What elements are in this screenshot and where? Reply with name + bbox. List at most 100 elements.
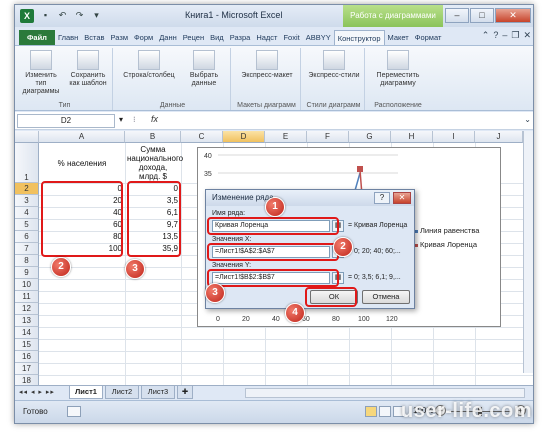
switch-row-column-button[interactable]: Строка/столбец: [119, 50, 179, 80]
cell-b1-income-header[interactable]: Сумма национального дохода, млрд. $: [127, 145, 183, 181]
quick-layout-icon: [256, 50, 278, 70]
name-box[interactable]: D2: [17, 114, 115, 128]
dialog-help-button[interactable]: ?: [374, 192, 390, 204]
column-header[interactable]: E: [265, 131, 307, 143]
column-header-selected[interactable]: D: [223, 131, 265, 143]
series-marker-lorenz[interactable]: [357, 166, 363, 172]
redo-icon[interactable]: ↷: [73, 9, 86, 22]
legend-item-lorenz[interactable]: Кривая Лоренца: [408, 240, 477, 249]
quick-styles-button[interactable]: Экспресс-стили: [305, 50, 363, 80]
row-header[interactable]: 18: [15, 375, 39, 385]
change-chart-type-button[interactable]: Изменить тип диаграммы: [19, 50, 63, 96]
window-controls: – □ ✕: [445, 8, 531, 23]
tab-view[interactable]: Вид: [207, 30, 227, 45]
help-icon[interactable]: ?: [493, 30, 498, 41]
ribbon-right-controls: ⌃ ? – ❐ ✕: [482, 30, 531, 41]
switch-row-column-label: Строка/столбец: [123, 72, 175, 79]
tab-developer[interactable]: Разра: [227, 30, 254, 45]
qat-dropdown-icon[interactable]: ▾: [90, 9, 103, 22]
tab-file[interactable]: Файл: [19, 30, 55, 45]
tab-formulas[interactable]: Форм: [131, 30, 156, 45]
insert-sheet-icon[interactable]: ✚: [177, 386, 193, 399]
vertical-scrollbar[interactable]: [523, 131, 533, 373]
row-header[interactable]: 7: [15, 243, 39, 255]
row-header[interactable]: 17: [15, 363, 39, 375]
row-header[interactable]: 16: [15, 351, 39, 363]
row-header[interactable]: 12: [15, 303, 39, 315]
column-header[interactable]: B: [125, 131, 181, 143]
restore-workbook-icon[interactable]: ❐: [511, 30, 519, 41]
column-header[interactable]: J: [475, 131, 523, 143]
sheet-tab-1[interactable]: Лист1: [69, 386, 103, 399]
row-header[interactable]: 8: [15, 255, 39, 267]
row-header[interactable]: 5: [15, 219, 39, 231]
row-header[interactable]: 4: [15, 207, 39, 219]
sheet-nav-arrows-icon[interactable]: ◂◂ ◂ ▸ ▸▸: [19, 388, 55, 396]
row-header[interactable]: 13: [15, 315, 39, 327]
tab-insert[interactable]: Встав: [81, 30, 107, 45]
normal-view-icon[interactable]: [365, 406, 377, 417]
sheet-tab-2[interactable]: Лист2: [105, 386, 139, 399]
tab-page-layout[interactable]: Разм: [108, 30, 131, 45]
maximize-button[interactable]: □: [470, 8, 494, 23]
column-header[interactable]: G: [349, 131, 391, 143]
tab-data[interactable]: Данн: [156, 30, 180, 45]
quick-access-toolbar: ▪ ↶ ↷ ▾: [39, 9, 103, 22]
series-name-preview: = Кривая Лоренца: [348, 222, 408, 229]
expand-formula-bar-icon[interactable]: ⌄: [524, 115, 531, 124]
ribbon-group-label: Данные: [159, 102, 186, 109]
row-header[interactable]: 6: [15, 231, 39, 243]
row-header[interactable]: 1: [15, 143, 39, 183]
excel-app-icon[interactable]: X: [20, 9, 34, 23]
column-header[interactable]: C: [181, 131, 223, 143]
tab-abbyy[interactable]: ABBYY: [303, 30, 334, 45]
macro-record-icon[interactable]: [67, 406, 81, 417]
select-all-corner[interactable]: [15, 131, 39, 143]
sheet-tab-3[interactable]: Лист3: [141, 386, 175, 399]
close-button[interactable]: ✕: [495, 8, 531, 23]
dialog-close-button[interactable]: ✕: [393, 192, 411, 204]
tab-addins[interactable]: Надст: [253, 30, 280, 45]
row-header[interactable]: 14: [15, 327, 39, 339]
row-header-selected[interactable]: 2: [15, 183, 39, 195]
tab-format[interactable]: Формат: [412, 30, 445, 45]
row-header[interactable]: 9: [15, 267, 39, 279]
save-icon[interactable]: ▪: [39, 9, 52, 22]
collapse-ribbon-icon[interactable]: ⌃: [482, 30, 490, 41]
horizontal-scrollbar[interactable]: [245, 388, 525, 398]
row-header[interactable]: 3: [15, 195, 39, 207]
legend-label: Линия равенства: [420, 226, 480, 235]
page-layout-view-icon[interactable]: [379, 406, 391, 417]
insert-function-icon[interactable]: fx: [151, 114, 158, 124]
highlight-x-values: [207, 243, 339, 261]
ribbon-tabs: Файл Главн Встав Разм Форм Данн Рецен Ви…: [15, 27, 533, 45]
minimize-button[interactable]: –: [445, 8, 469, 23]
save-as-template-button[interactable]: Сохранить как шаблон: [65, 50, 111, 88]
tab-review[interactable]: Рецен: [180, 30, 207, 45]
row-header[interactable]: 15: [15, 339, 39, 351]
column-header[interactable]: I: [433, 131, 475, 143]
close-workbook-icon[interactable]: ✕: [523, 30, 531, 41]
move-chart-button[interactable]: Переместить диаграмму: [369, 50, 427, 88]
tab-design[interactable]: Конструктор: [333, 30, 385, 45]
column-header[interactable]: F: [307, 131, 349, 143]
name-box-dropdown-icon[interactable]: ▾: [119, 115, 123, 124]
cancel-button[interactable]: Отмена: [362, 290, 410, 304]
undo-icon[interactable]: ↶: [56, 9, 69, 22]
tab-foxit[interactable]: Foxit: [280, 30, 302, 45]
gridline: [39, 351, 533, 352]
gridline: [39, 363, 533, 364]
quick-layout-button[interactable]: Экспресс-макет: [237, 50, 297, 80]
formula-separator-icon: ⁝: [133, 115, 136, 124]
tab-home[interactable]: Главн: [55, 30, 81, 45]
select-data-button[interactable]: Выбрать данные: [181, 50, 227, 88]
callout-badge-3-sheet: 3: [125, 259, 145, 279]
cell-a1-population-header[interactable]: % населения: [39, 159, 125, 168]
column-header[interactable]: H: [391, 131, 433, 143]
tab-layout[interactable]: Макет: [385, 30, 412, 45]
minimize-workbook-icon[interactable]: –: [502, 30, 507, 41]
row-header[interactable]: 11: [15, 291, 39, 303]
row-header[interactable]: 10: [15, 279, 39, 291]
column-header[interactable]: A: [39, 131, 125, 143]
legend-item-equality[interactable]: Линия равенства: [408, 226, 479, 235]
